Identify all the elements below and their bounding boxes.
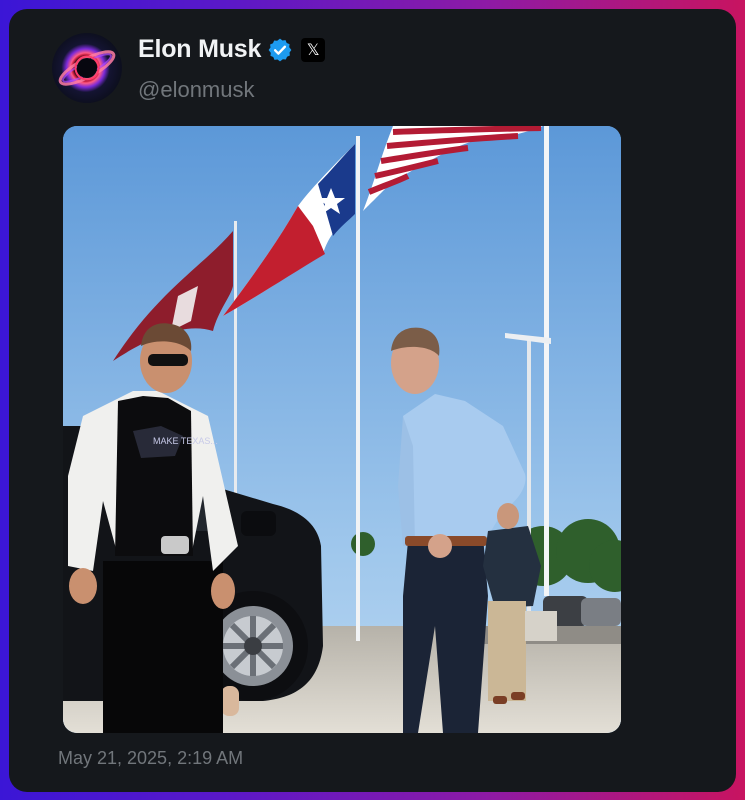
- x-affiliation-icon[interactable]: 𝕏: [301, 37, 326, 62]
- post-timestamp[interactable]: May 21, 2025, 2:19 AM: [58, 748, 243, 769]
- post-card[interactable]: Elon Musk 𝕏 @elonmusk MAKE TEXAS... May …: [9, 9, 736, 792]
- display-name[interactable]: Elon Musk: [138, 35, 261, 64]
- post-photo[interactable]: MAKE TEXAS...: [63, 126, 621, 733]
- name-row: Elon Musk 𝕏: [138, 35, 326, 64]
- avatar[interactable]: [52, 33, 122, 103]
- user-handle[interactable]: @elonmusk: [138, 77, 255, 103]
- post-header: Elon Musk 𝕏 @elonmusk: [52, 31, 692, 111]
- verified-badge-icon[interactable]: [267, 37, 293, 63]
- shirt-print-text: MAKE TEXAS...: [153, 436, 218, 446]
